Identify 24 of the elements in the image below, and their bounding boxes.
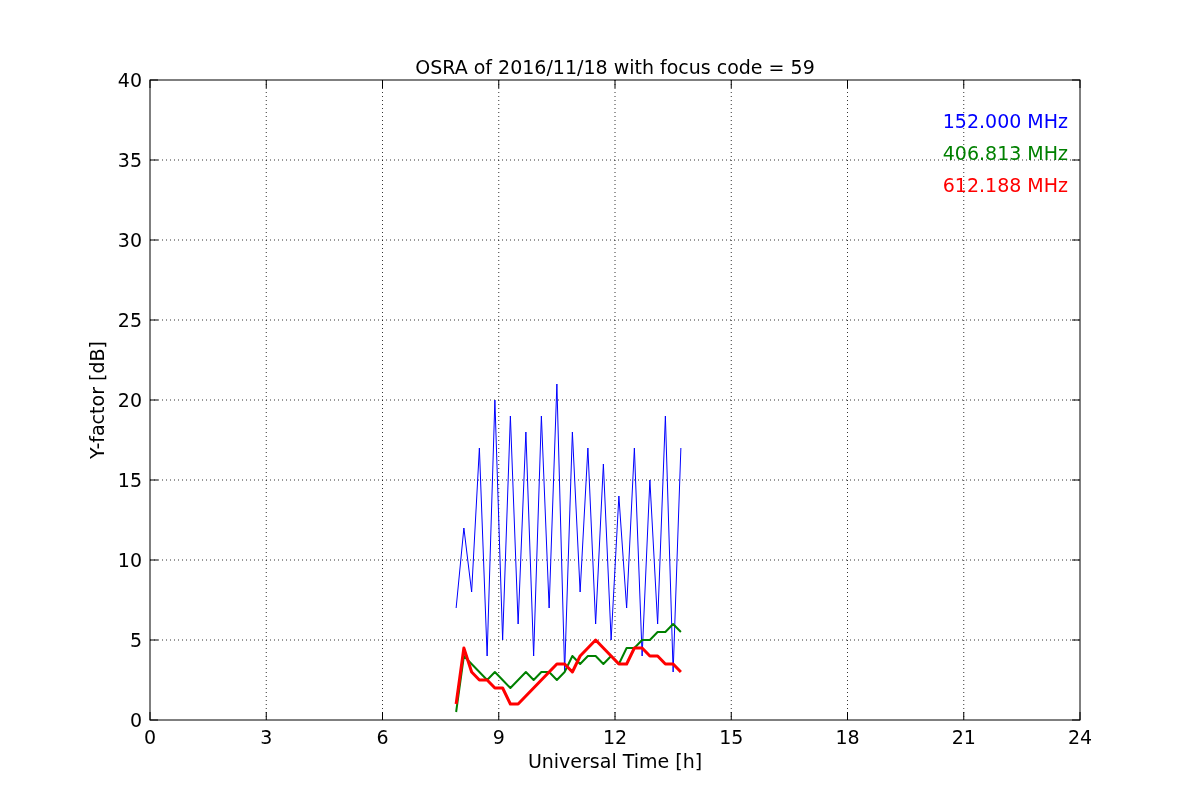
legend-label: 152.000 MHz xyxy=(942,110,1068,132)
tick-label: 10 xyxy=(117,549,142,571)
tick-label: 18 xyxy=(835,726,860,748)
tick-label: 15 xyxy=(719,726,744,748)
chart-title: OSRA of 2016/11/18 with focus code = 59 xyxy=(415,56,815,78)
legend-label: 406.813 MHz xyxy=(942,142,1068,164)
tick-label: 0 xyxy=(143,726,157,748)
y-axis-label: Y-factor [dB] xyxy=(86,341,108,459)
tick-label: 25 xyxy=(117,309,142,331)
tick-label: 3 xyxy=(260,726,273,748)
tick-label: 20 xyxy=(117,389,142,411)
tick-label: 24 xyxy=(1067,726,1093,748)
tick-label: 21 xyxy=(951,726,976,748)
tick-label: 35 xyxy=(117,149,142,171)
tick-label: 0 xyxy=(129,709,142,731)
tick-label: 15 xyxy=(117,469,142,491)
tick-label: 30 xyxy=(117,229,142,251)
tick-label: 40 xyxy=(117,69,142,91)
legend-label: 612.188 MHz xyxy=(942,174,1068,196)
x-axis-label: Universal Time [h] xyxy=(527,750,703,772)
tick-label: 12 xyxy=(602,726,628,748)
tick-label: 6 xyxy=(376,726,389,748)
tick-label: 5 xyxy=(129,629,142,651)
tick-label: 9 xyxy=(492,726,505,748)
